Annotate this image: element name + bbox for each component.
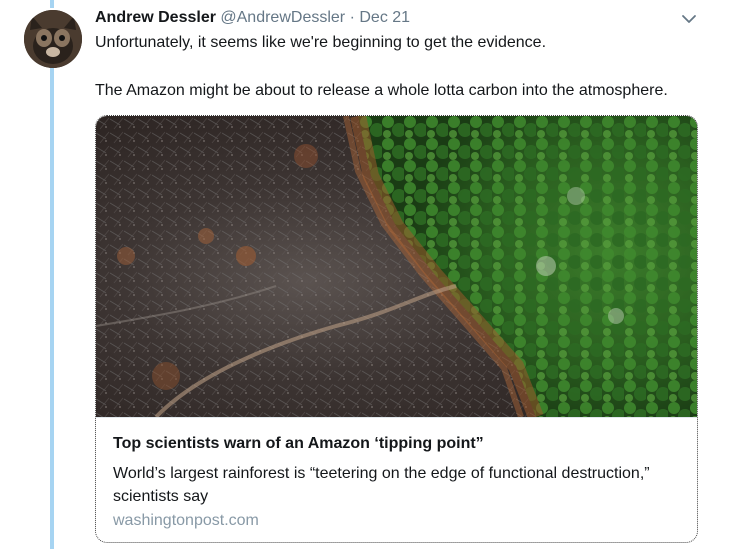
- card-title[interactable]: Top scientists warn of an Amazon ‘tippin…: [113, 435, 484, 453]
- card-description: World’s largest rainforest is “teetering…: [113, 465, 650, 505]
- author-handle[interactable]: @AndrewDessler: [220, 9, 345, 26]
- separator-dot: ·: [349, 9, 355, 26]
- card-body[interactable]: Top scientists warn of an Amazon ‘tippin…: [96, 417, 697, 542]
- tweet-date[interactable]: Dec 21: [359, 9, 410, 26]
- tweet-header: Andrew Dessler @AndrewDessler · Dec 21: [95, 9, 705, 29]
- avatar[interactable]: [24, 10, 82, 68]
- author-name[interactable]: Andrew Dessler: [95, 9, 216, 26]
- thread-connector: [50, 68, 54, 549]
- rainforest-image: [96, 116, 697, 417]
- chevron-down-icon[interactable]: [681, 12, 697, 24]
- avatar-image: [24, 10, 82, 68]
- tweet-text-line: Unfortunately, it seems like we're begin…: [95, 34, 547, 51]
- card-image[interactable]: [96, 116, 697, 417]
- card-domain[interactable]: washingtonpost.com: [113, 512, 259, 530]
- thread-connector-top: [50, 0, 54, 8]
- link-card[interactable]: Top scientists warn of an Amazon ‘tippin…: [95, 115, 698, 543]
- tweet-text-line: The Amazon might be about to release a w…: [95, 82, 668, 99]
- tweet-text: Unfortunately, it seems like we're begin…: [95, 32, 715, 102]
